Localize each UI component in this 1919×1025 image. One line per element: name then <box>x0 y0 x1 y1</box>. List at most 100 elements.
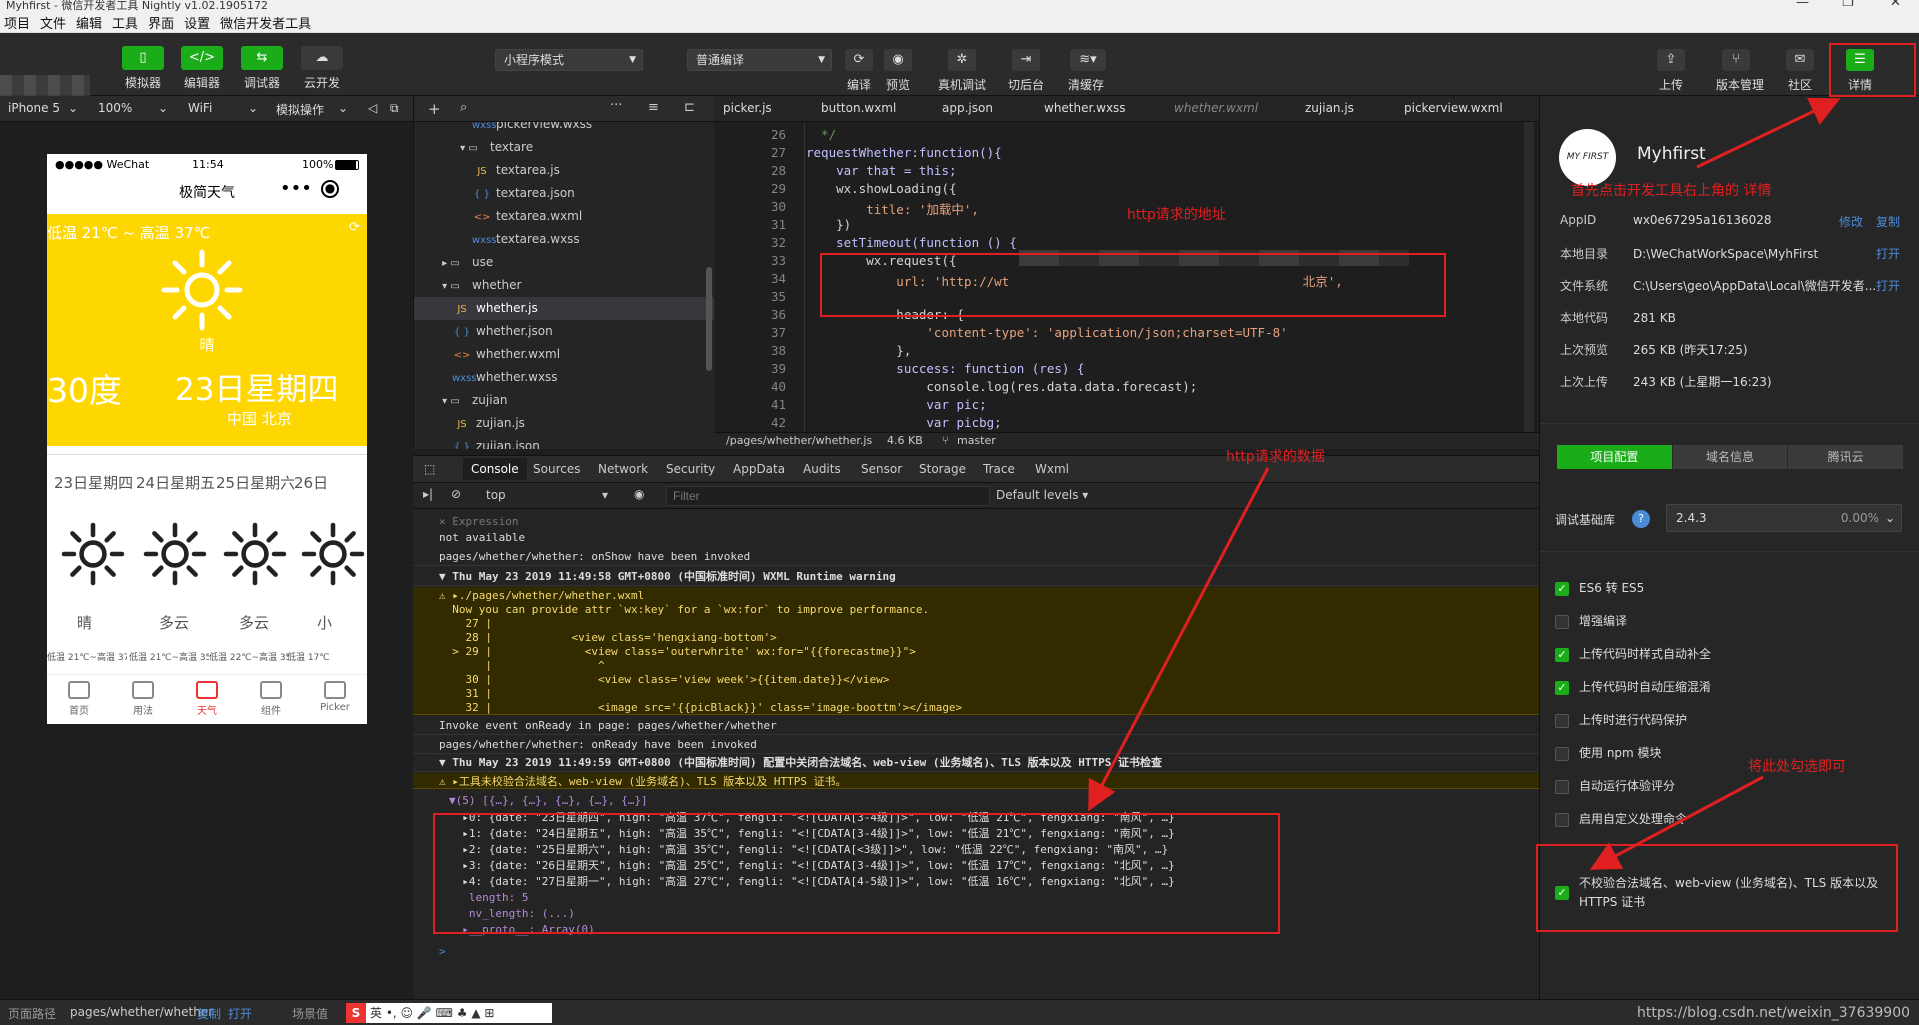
git-branch[interactable]: master <box>957 434 996 447</box>
tab-weather[interactable]: 天气 <box>175 675 239 724</box>
version-button[interactable]: ⑂ <box>1722 49 1750 71</box>
devtools-tab-storage[interactable]: Storage <box>919 462 966 476</box>
more-icon[interactable]: ••• <box>280 178 312 199</box>
preview-button[interactable]: ◉ <box>884 49 912 71</box>
file-tree-item[interactable]: wxsstextarea.wxss <box>414 228 714 251</box>
help-icon[interactable]: ? <box>1632 510 1650 528</box>
editor-tab[interactable]: button.wxml <box>821 101 896 115</box>
tab-home[interactable]: 首页 <box>47 675 111 724</box>
scrollbar[interactable] <box>1524 122 1534 432</box>
editor-tab[interactable]: zujian.js <box>1305 101 1354 115</box>
inspect-icon[interactable]: ⬚ <box>424 462 435 476</box>
devtools-tab-trace[interactable]: Trace <box>983 462 1015 476</box>
file-tree-item[interactable]: wxsswhether.wxss <box>414 366 714 389</box>
file-tree-item[interactable]: wxsspickerview.wxss <box>414 122 714 136</box>
detach-icon[interactable]: ⧉ <box>390 101 399 116</box>
close-target-icon[interactable]: ● <box>321 180 339 198</box>
collapse-icon[interactable]: ≡ <box>648 100 659 115</box>
file-tree-item[interactable]: JS zujian.js <box>414 412 714 435</box>
network-select[interactable]: WiFi <box>188 101 212 115</box>
checkbox-icon[interactable]: ✓ <box>1555 581 1569 596</box>
checkbox-icon[interactable] <box>1555 614 1569 629</box>
log-levels-select[interactable]: Default levels ▾ <box>996 488 1088 502</box>
edit-appid-link[interactable]: 修改 <box>1839 213 1863 230</box>
option-1[interactable]: 增强编译 <box>1555 612 1627 630</box>
file-tree-item[interactable]: JS whether.js <box>414 297 714 320</box>
context-select[interactable]: top ▾ <box>486 488 614 502</box>
option-3[interactable]: ✓ 上传代码时自动压缩混淆 <box>1555 678 1711 696</box>
copy-appid-link[interactable]: 复制 <box>1876 213 1900 230</box>
open-fs-link[interactable]: 打开 <box>1876 277 1900 294</box>
editor-tab[interactable]: picker.js <box>723 101 772 115</box>
menu-project[interactable]: 项目 <box>4 13 30 32</box>
filter-input[interactable] <box>666 486 990 506</box>
devtools-tab-console[interactable]: Console <box>463 458 527 480</box>
file-tree-item[interactable]: { } zujian.json <box>414 435 714 449</box>
compile-button[interactable]: ⟳ <box>845 49 873 71</box>
option-0[interactable]: ✓ ES6 转 ES5 <box>1555 579 1644 597</box>
file-tree-item[interactable]: { } whether.json <box>414 320 714 343</box>
refresh-icon[interactable]: ⟳ <box>349 220 360 235</box>
devtools-tab-sources[interactable]: Sources <box>533 462 580 476</box>
file-tree-item[interactable]: <> textarea.wxml <box>414 205 714 228</box>
scrollbar[interactable] <box>706 267 712 371</box>
menu-wechat-devtools[interactable]: 微信开发者工具 <box>220 13 311 32</box>
tab-picker[interactable]: Picker <box>303 675 367 724</box>
devtools-tab-security[interactable]: Security <box>666 462 715 476</box>
checkbox-icon[interactable] <box>1555 779 1569 794</box>
checkbox-icon[interactable] <box>1555 812 1569 827</box>
clear-console-icon[interactable]: ⊘ <box>451 487 461 501</box>
devtools-tab-network[interactable]: Network <box>598 462 648 476</box>
checkbox-icon[interactable] <box>1555 713 1569 728</box>
real-debug-button[interactable]: ✲ <box>948 49 976 71</box>
tab-project-config[interactable]: 项目配置 <box>1557 445 1673 469</box>
more-icon[interactable]: ··· <box>610 98 622 113</box>
editor-tab[interactable]: whether.wxss <box>1044 101 1126 115</box>
checkbox-icon[interactable]: ✓ <box>1555 680 1569 695</box>
editor-tab[interactable]: app.json <box>942 101 993 115</box>
close-button[interactable]: ✕ <box>1890 0 1901 9</box>
tab-domain-info[interactable]: 域名信息 <box>1672 445 1789 469</box>
add-file-icon[interactable]: + <box>428 100 441 118</box>
option-2[interactable]: ✓ 上传代码时样式自动补全 <box>1555 645 1711 663</box>
file-tree-item[interactable]: { } textarea.json <box>414 182 714 205</box>
open-local-dir-link[interactable]: 打开 <box>1876 245 1900 262</box>
menu-tools[interactable]: 工具 <box>112 13 138 32</box>
debugger-button[interactable]: ⇆ 调试器 <box>236 46 288 91</box>
simulate-ops-select[interactable]: 模拟操作 <box>276 101 324 118</box>
mode-select[interactable]: 小程序模式 ▼ <box>495 49 643 71</box>
file-tree-item[interactable]: <> whether.wxml <box>414 343 714 366</box>
background-button[interactable]: ⇥ <box>1012 49 1040 71</box>
volume-icon[interactable]: ◁ <box>368 101 377 115</box>
devtools-tab-sensor[interactable]: Sensor <box>861 462 902 476</box>
file-tree-item[interactable]: ▾ ▭ textare <box>414 136 714 159</box>
option-5[interactable]: 使用 npm 模块 <box>1555 744 1662 762</box>
upload-button[interactable]: ⇪ <box>1657 49 1685 71</box>
devtools-tab-wxml[interactable]: Wxml <box>1035 462 1069 476</box>
zoom-select[interactable]: 100% <box>98 101 132 115</box>
ime-toolbar[interactable]: S 英 •, ☺ 🎤 ⌨ ♣ ▲ ⊞ <box>346 1003 552 1023</box>
cloud-dev-button[interactable]: ☁ 云开发 <box>296 46 348 91</box>
eye-icon[interactable]: ◉ <box>634 487 644 501</box>
option-7[interactable]: 启用自定义处理命令 <box>1555 810 1687 828</box>
menu-edit[interactable]: 编辑 <box>76 13 102 32</box>
editor-tab[interactable]: pickerview.wxml <box>1404 101 1503 115</box>
tab-tencent-cloud[interactable]: 腾讯云 <box>1788 445 1905 469</box>
split-icon[interactable]: ⊏ <box>684 100 695 115</box>
file-tree-item[interactable]: JS textarea.js <box>414 159 714 182</box>
devtools-tab-appdata[interactable]: AppData <box>733 462 785 476</box>
minimize-button[interactable]: — <box>1796 0 1809 9</box>
editor-button[interactable]: </> 编辑器 <box>176 46 228 91</box>
compile-mode-select[interactable]: 普通编译 ▼ <box>687 49 832 71</box>
option-4[interactable]: 上传时进行代码保护 <box>1555 711 1687 729</box>
tab-components[interactable]: 组件 <box>239 675 303 724</box>
simulator-button[interactable]: ▯ 模拟器 <box>117 46 169 91</box>
maximize-button[interactable]: ❐ <box>1842 0 1854 9</box>
menu-file[interactable]: 文件 <box>40 13 66 32</box>
device-select[interactable]: iPhone 5 <box>8 101 60 115</box>
menu-view[interactable]: 界面 <box>148 13 174 32</box>
editor-tab[interactable]: whether.wxml <box>1174 101 1258 115</box>
checkbox-icon[interactable]: ✓ <box>1555 647 1569 662</box>
copy-path-link[interactable]: 复制 <box>197 1005 221 1022</box>
checkbox-icon[interactable] <box>1555 746 1569 761</box>
